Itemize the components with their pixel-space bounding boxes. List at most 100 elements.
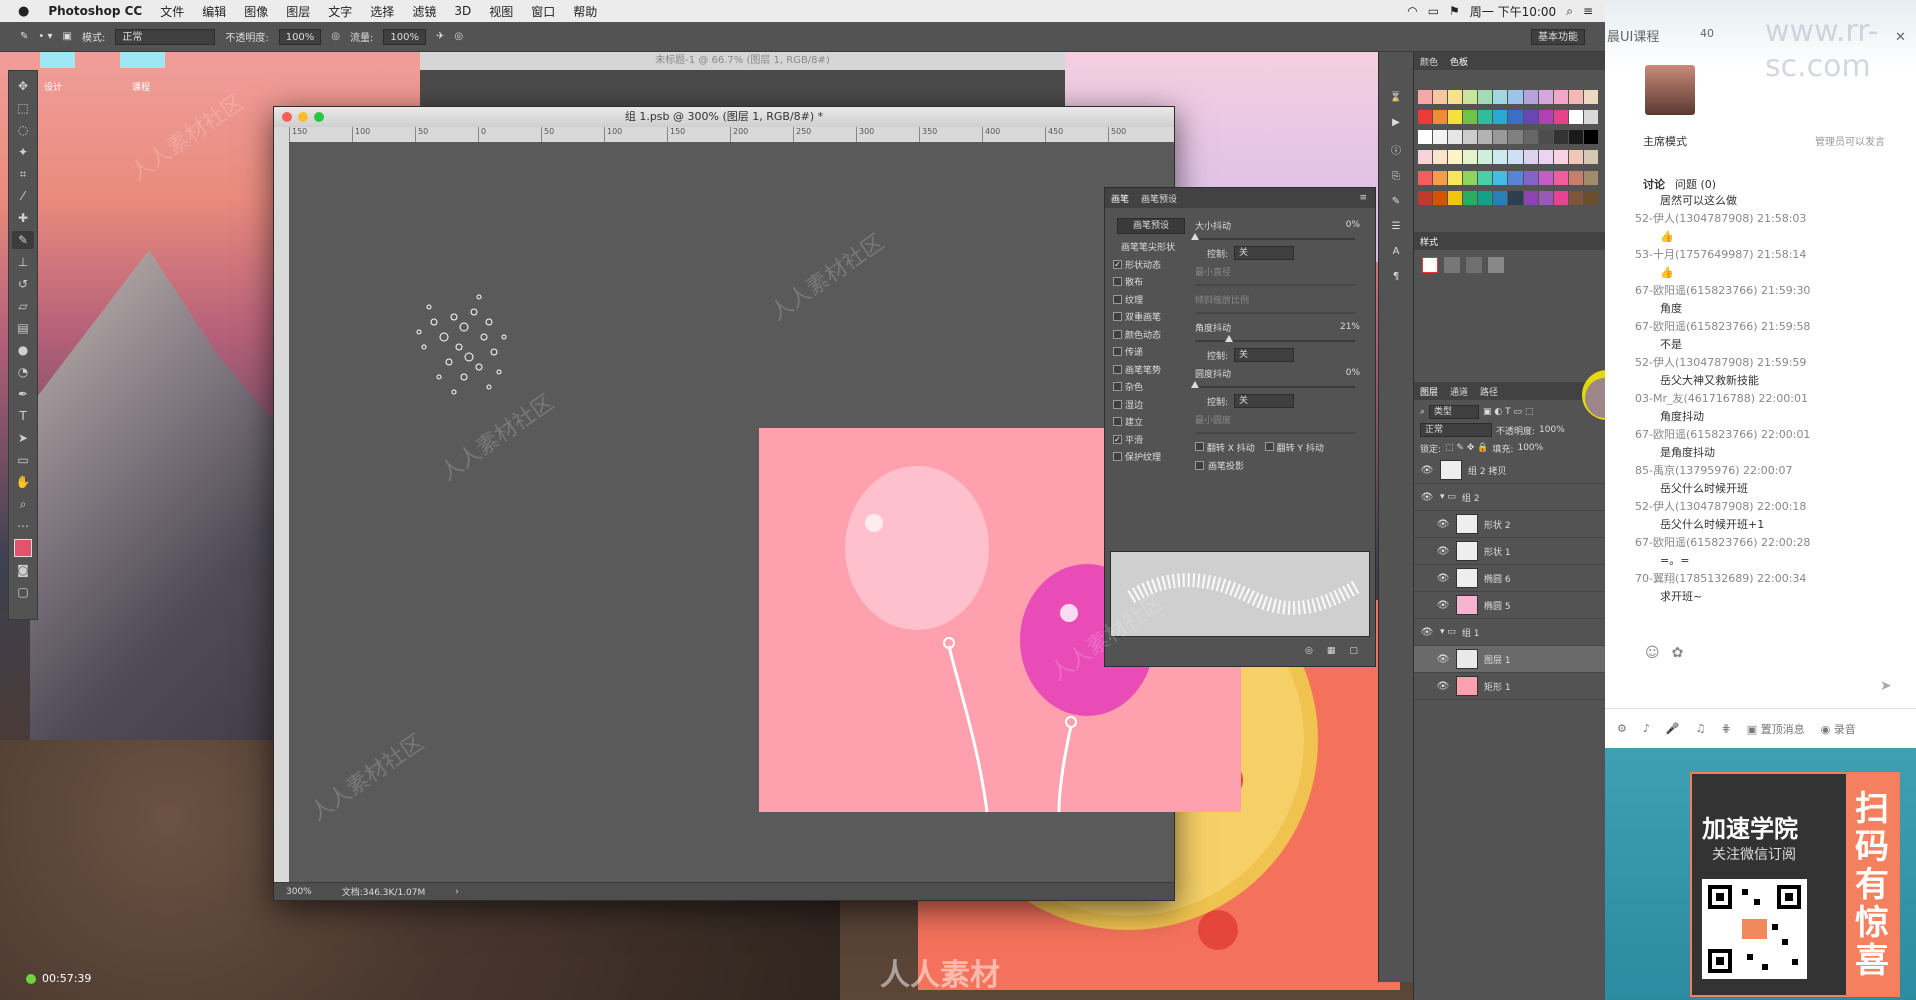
tab-swatches[interactable]: 色板: [1450, 55, 1468, 68]
info-panel-icon[interactable]: ⓘ: [1391, 142, 1401, 157]
color-swatch[interactable]: [1493, 130, 1508, 145]
gradient-tool-icon[interactable]: ▤: [12, 319, 34, 337]
dodge-tool-icon[interactable]: ◔: [12, 363, 34, 381]
color-swatch[interactable]: [1523, 170, 1538, 185]
eye-icon[interactable]: 👁: [1420, 492, 1434, 503]
workspace-switcher[interactable]: 基本功能: [1531, 28, 1585, 45]
color-swatches[interactable]: [12, 539, 34, 557]
color-swatch[interactable]: [1553, 170, 1568, 185]
color-swatch[interactable]: [1568, 90, 1583, 104]
color-swatch[interactable]: [1493, 110, 1508, 125]
layer-row[interactable]: 👁 形状 2: [1414, 511, 1606, 538]
eye-icon[interactable]: 👁: [1436, 546, 1450, 557]
checkbox[interactable]: [1113, 417, 1122, 427]
close-button[interactable]: [282, 112, 292, 122]
character-panel-icon[interactable]: A: [1393, 246, 1400, 257]
size-jitter-slider[interactable]: [1191, 233, 1355, 240]
eye-icon[interactable]: 👁: [1436, 519, 1450, 530]
document-titlebar[interactable]: 组 1.psb @ 300% (图层 1, RGB/8#) *: [274, 107, 1174, 127]
color-swatch[interactable]: [1418, 90, 1433, 104]
desktop-file-icon[interactable]: [120, 52, 165, 68]
color-swatch[interactable]: [1508, 130, 1523, 145]
color-swatch[interactable]: [1418, 170, 1433, 185]
flag-icon[interactable]: ⚑: [1449, 4, 1460, 18]
desktop-label[interactable]: 设计: [44, 80, 62, 93]
brush-option-smoothing[interactable]: ✓ 平滑: [1111, 431, 1189, 449]
control-select[interactable]: 关: [1234, 246, 1295, 260]
menubar-clock[interactable]: 周一 下午10:00: [1470, 3, 1556, 20]
menu-select[interactable]: 选择: [361, 3, 403, 20]
min-roundness-slider[interactable]: [1195, 432, 1355, 434]
color-swatch[interactable]: [1448, 190, 1463, 205]
layer-kind-filter[interactable]: 类型: [1429, 405, 1480, 419]
color-swatch[interactable]: [1508, 190, 1523, 205]
settings-icon[interactable]: ⚙: [1617, 722, 1627, 735]
history-panel-icon[interactable]: ⌛: [1390, 92, 1402, 103]
pressure-size-icon[interactable]: ◎: [454, 31, 463, 42]
blur-tool-icon[interactable]: ●: [12, 341, 34, 359]
panel-menu-icon[interactable]: ≡: [1359, 193, 1375, 203]
brush-option-noise[interactable]: 杂色: [1111, 378, 1189, 396]
menu-3d[interactable]: 3D: [445, 4, 480, 18]
color-swatch[interactable]: [1433, 190, 1448, 205]
checkbox[interactable]: [1113, 312, 1122, 322]
promo-qr-banner[interactable]: 加速学院 关注微信订阅 扫 码 有 惊 喜: [1690, 772, 1900, 997]
color-swatch[interactable]: [1448, 90, 1463, 104]
color-swatch[interactable]: [1538, 110, 1553, 125]
more-tools-icon[interactable]: ⋯: [12, 517, 34, 535]
color-swatch[interactable]: [1523, 110, 1538, 125]
checkbox[interactable]: [1264, 441, 1274, 451]
color-swatch[interactable]: [1508, 110, 1523, 125]
blend-mode-select[interactable]: 正常: [1420, 423, 1492, 437]
size-jitter-value[interactable]: 0%: [1346, 220, 1360, 230]
color-swatch[interactable]: [1508, 150, 1523, 165]
vertical-ruler[interactable]: [274, 127, 289, 882]
screen-mode-icon[interactable]: ▢: [12, 583, 34, 601]
airbrush-icon[interactable]: ✈: [436, 31, 444, 42]
checkbox[interactable]: [1113, 399, 1122, 409]
battery-icon[interactable]: ▭: [1428, 4, 1439, 18]
healing-tool-icon[interactable]: ✚: [12, 209, 34, 227]
checkbox[interactable]: [1113, 382, 1122, 392]
status-arrow-icon[interactable]: ›: [455, 887, 459, 897]
mixer-icon[interactable]: ⋕: [1721, 722, 1730, 735]
record-button[interactable]: ◉ 录音: [1821, 721, 1856, 737]
color-swatch[interactable]: [1568, 190, 1583, 205]
color-swatch[interactable]: [1463, 130, 1478, 145]
color-swatch[interactable]: [1553, 90, 1568, 104]
layer-row[interactable]: 👁 组 2 拷贝: [1414, 457, 1606, 484]
eyedropper-tool-icon[interactable]: ⁄: [12, 187, 34, 205]
color-swatch[interactable]: [1478, 190, 1493, 205]
color-swatch[interactable]: [1568, 130, 1583, 145]
filter-icons[interactable]: ▣ ◐ T ▭ ⬚: [1483, 407, 1533, 417]
menu-layer[interactable]: 图层: [277, 3, 319, 20]
angle-jitter-slider[interactable]: [1195, 335, 1355, 342]
color-swatch[interactable]: [1478, 90, 1493, 104]
menu-edit[interactable]: 编辑: [193, 3, 235, 20]
brush-tip-shape[interactable]: 画笔笔尖形状: [1111, 238, 1189, 256]
color-swatch[interactable]: [1463, 170, 1478, 185]
eraser-tool-icon[interactable]: ▱: [12, 297, 34, 315]
layer-row[interactable]: 👁 椭圆 6: [1414, 565, 1606, 592]
brush-option-texture[interactable]: 纹理: [1111, 291, 1189, 309]
pinned-messages-button[interactable]: ▣ 置顶消息: [1747, 721, 1805, 737]
microphone-icon[interactable]: 🎤: [1666, 722, 1680, 735]
eye-icon[interactable]: 👁: [1436, 600, 1450, 611]
type-tool-icon[interactable]: T: [12, 407, 34, 425]
slider-knob[interactable]: [1191, 233, 1199, 240]
color-swatch[interactable]: [1568, 110, 1583, 125]
brush-option-scattering[interactable]: 散布: [1111, 273, 1189, 291]
spotlight-search-icon[interactable]: ⌕: [1566, 4, 1573, 19]
checkbox[interactable]: [1113, 347, 1122, 357]
color-swatch[interactable]: [1418, 150, 1433, 165]
crop-tool-icon[interactable]: ⌗: [12, 165, 34, 183]
zoom-button[interactable]: [314, 112, 324, 122]
brush-tool-icon[interactable]: ✎: [12, 231, 34, 249]
menu-help[interactable]: 帮助: [564, 3, 606, 20]
tab-color[interactable]: 颜色: [1420, 55, 1438, 68]
foreground-color[interactable]: [14, 539, 32, 557]
layer-row-selected[interactable]: 👁 图层 1: [1414, 646, 1606, 673]
brush-option-dual-brush[interactable]: 双重画笔: [1111, 308, 1189, 326]
color-swatch[interactable]: [1448, 170, 1463, 185]
tab-layers[interactable]: 图层: [1420, 385, 1438, 398]
